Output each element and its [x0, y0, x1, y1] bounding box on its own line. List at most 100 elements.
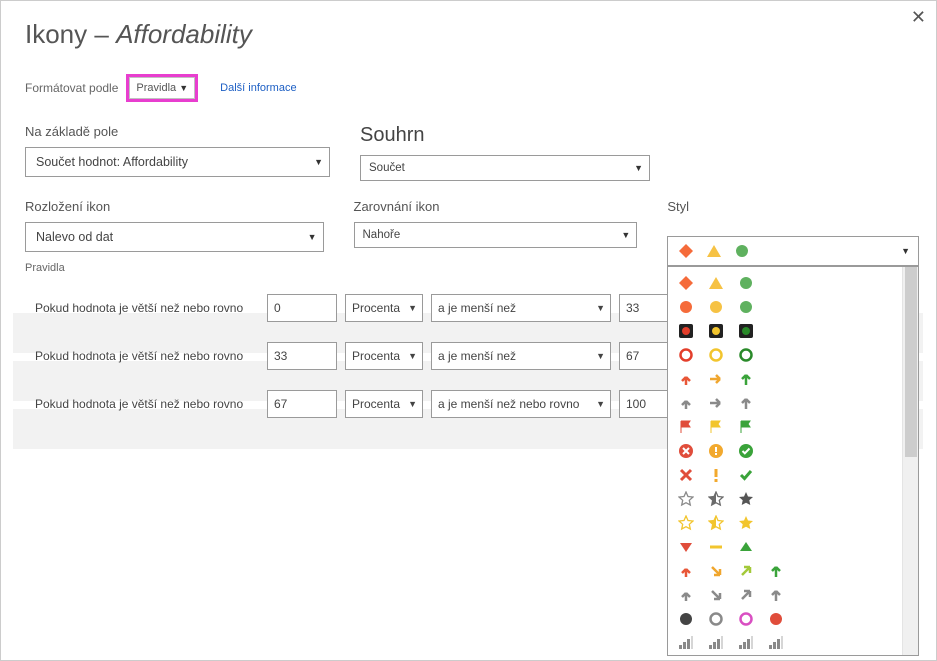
bars-icon — [678, 635, 694, 651]
dash-icon — [708, 539, 724, 555]
style-option[interactable] — [674, 535, 898, 559]
rule-and-select[interactable]: a je menší než▼ — [431, 342, 611, 370]
bars-icon — [768, 635, 784, 651]
style-option[interactable] — [674, 463, 898, 487]
rule-value-1[interactable]: 0 — [267, 294, 337, 322]
style-label: Styl — [667, 199, 912, 214]
style-options-panel — [667, 266, 919, 656]
circle-icon — [678, 611, 694, 627]
arrow-up-icon — [738, 371, 754, 387]
arrow-down-icon — [678, 587, 694, 603]
style-option[interactable] — [674, 391, 898, 415]
triangle-icon — [706, 243, 722, 259]
rule-value-1[interactable]: 67 — [267, 390, 337, 418]
ring-icon — [738, 611, 754, 627]
arrow-up-icon — [738, 395, 754, 411]
title-field: Affordability — [116, 19, 252, 49]
style-option[interactable] — [674, 487, 898, 511]
scrollbar[interactable] — [902, 267, 918, 655]
ring-icon — [708, 611, 724, 627]
chevron-down-icon: ▼ — [901, 246, 910, 256]
rule-and-select[interactable]: a je menší než▼ — [431, 294, 611, 322]
rule-value-2[interactable]: 100 — [619, 390, 669, 418]
chevron-down-icon: ▼ — [621, 230, 630, 240]
style-option[interactable] — [674, 415, 898, 439]
rule-if-label: Pokud hodnota je větší než nebo rovno — [25, 301, 267, 315]
rule-unit-1[interactable]: Procenta▼ — [345, 342, 423, 370]
diamond-icon — [678, 243, 694, 259]
chevron-down-icon: ▼ — [634, 163, 643, 173]
dialog-title: Ikony – Affordability — [25, 19, 912, 50]
style-option[interactable] — [674, 295, 898, 319]
rule-value-1[interactable]: 33 — [267, 342, 337, 370]
x-circle-icon — [678, 443, 694, 459]
style-option[interactable] — [674, 607, 898, 631]
based-on-field-label: Na základě pole — [25, 124, 330, 139]
bang-icon — [708, 467, 724, 483]
close-icon[interactable]: ✕ — [911, 7, 926, 28]
x-icon — [678, 467, 694, 483]
summary-select[interactable]: Součet ▼ — [360, 155, 650, 181]
style-option[interactable] — [674, 511, 898, 535]
arrow-up-icon — [768, 563, 784, 579]
icon-layout-label: Rozložení ikon — [25, 199, 324, 214]
star-outline-icon — [678, 515, 694, 531]
chevron-down-icon: ▼ — [179, 83, 188, 93]
circle-icon — [734, 243, 750, 259]
icon-align-label: Zarovnání ikon — [354, 199, 638, 214]
circle-icon — [738, 275, 754, 291]
arrow-dr-icon — [708, 563, 724, 579]
format-by-select[interactable]: Pravidla ▼ — [129, 77, 195, 99]
icon-align-value: Nahoře — [363, 229, 401, 241]
arrow-down-icon — [678, 563, 694, 579]
rule-and-select[interactable]: a je menší než nebo rovno▼ — [431, 390, 611, 418]
style-option[interactable] — [674, 559, 898, 583]
star-half-icon — [708, 515, 724, 531]
format-by-row: Formátovat podle Pravidla ▼ Další inform… — [25, 74, 912, 102]
square-dot-icon — [708, 323, 724, 339]
rule-value-2[interactable]: 67 — [619, 342, 669, 370]
format-by-value: Pravidla — [136, 82, 176, 94]
warn-circle-icon — [708, 443, 724, 459]
tri-up-icon — [738, 539, 754, 555]
check-circle-icon — [738, 443, 754, 459]
rule-if-label: Pokud hodnota je větší než nebo rovno — [25, 397, 267, 411]
ring-icon — [708, 347, 724, 363]
arrow-down-icon — [678, 371, 694, 387]
rule-unit-1[interactable]: Procenta▼ — [345, 390, 423, 418]
rule-unit-1[interactable]: Procenta▼ — [345, 294, 423, 322]
tri-down-icon — [678, 539, 694, 555]
square-dot-icon — [738, 323, 754, 339]
flag-icon — [678, 419, 694, 435]
icon-layout-select[interactable]: Nalevo od dat ▼ — [25, 222, 324, 252]
style-option[interactable] — [674, 343, 898, 367]
style-option[interactable] — [674, 271, 898, 295]
style-select[interactable]: ▼ — [667, 236, 919, 266]
circle-icon — [678, 299, 694, 315]
row-field-summary: Na základě pole Součet hodnot: Affordabi… — [25, 124, 912, 181]
arrow-right-icon — [708, 395, 724, 411]
format-by-label: Formátovat podle — [25, 81, 118, 95]
arrow-ur-icon — [738, 563, 754, 579]
circle-icon — [768, 611, 784, 627]
arrow-right-icon — [708, 371, 724, 387]
square-dot-icon — [678, 323, 694, 339]
style-option[interactable] — [674, 439, 898, 463]
style-option[interactable] — [674, 631, 898, 655]
rule-value-2[interactable]: 33 — [619, 294, 669, 322]
title-prefix: Ikony – — [25, 19, 116, 49]
flag-icon — [708, 419, 724, 435]
format-by-highlight: Pravidla ▼ — [126, 74, 198, 102]
based-on-field-select[interactable]: Součet hodnot: Affordability ▼ — [25, 147, 330, 177]
arrow-down-icon — [678, 395, 694, 411]
scrollbar-thumb[interactable] — [905, 267, 917, 457]
more-info-link[interactable]: Další informace — [220, 82, 296, 94]
flag-icon — [738, 419, 754, 435]
style-option[interactable] — [674, 583, 898, 607]
arrow-dr-icon — [708, 587, 724, 603]
style-option[interactable] — [674, 367, 898, 391]
arrow-up-icon — [768, 587, 784, 603]
icon-align-select[interactable]: Nahoře ▼ — [354, 222, 638, 248]
chevron-down-icon: ▼ — [408, 399, 417, 409]
style-option[interactable] — [674, 319, 898, 343]
